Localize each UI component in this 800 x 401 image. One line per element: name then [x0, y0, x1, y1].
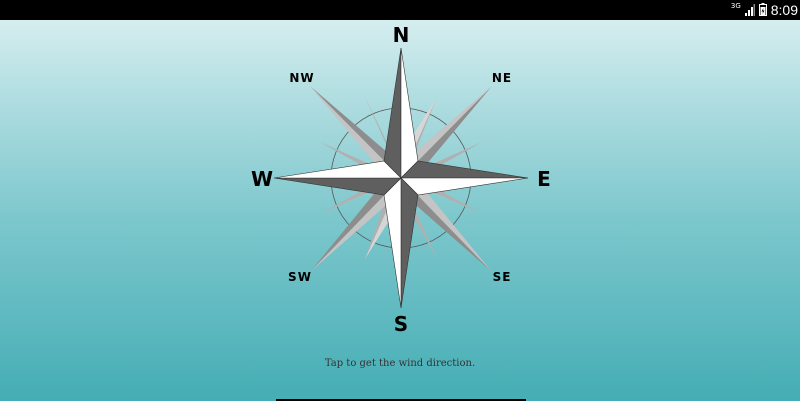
compass-rose[interactable]: N NE E SE S SW W NW [250, 22, 551, 337]
label-southwest: SW [288, 270, 312, 284]
cardinal-points [273, 47, 529, 309]
network-type: 3G [730, 2, 741, 10]
label-west: W [250, 167, 274, 191]
battery-icon [758, 1, 767, 20]
label-east: E [537, 167, 551, 191]
clock: 8:09 [770, 2, 798, 18]
hint-text: Tap to get the wind direction. [324, 358, 476, 369]
label-south: S [393, 312, 409, 336]
label-north: N [392, 23, 410, 47]
label-southeast: SE [492, 270, 512, 284]
compass-rose-graphic[interactable] [250, 22, 550, 337]
status-icons: 3G 8:09 [731, 0, 798, 20]
label-northeast: NE [491, 71, 513, 85]
signal-icon [744, 1, 755, 20]
status-bar: 3G 8:09 [0, 0, 800, 20]
label-northwest: NW [289, 71, 315, 85]
